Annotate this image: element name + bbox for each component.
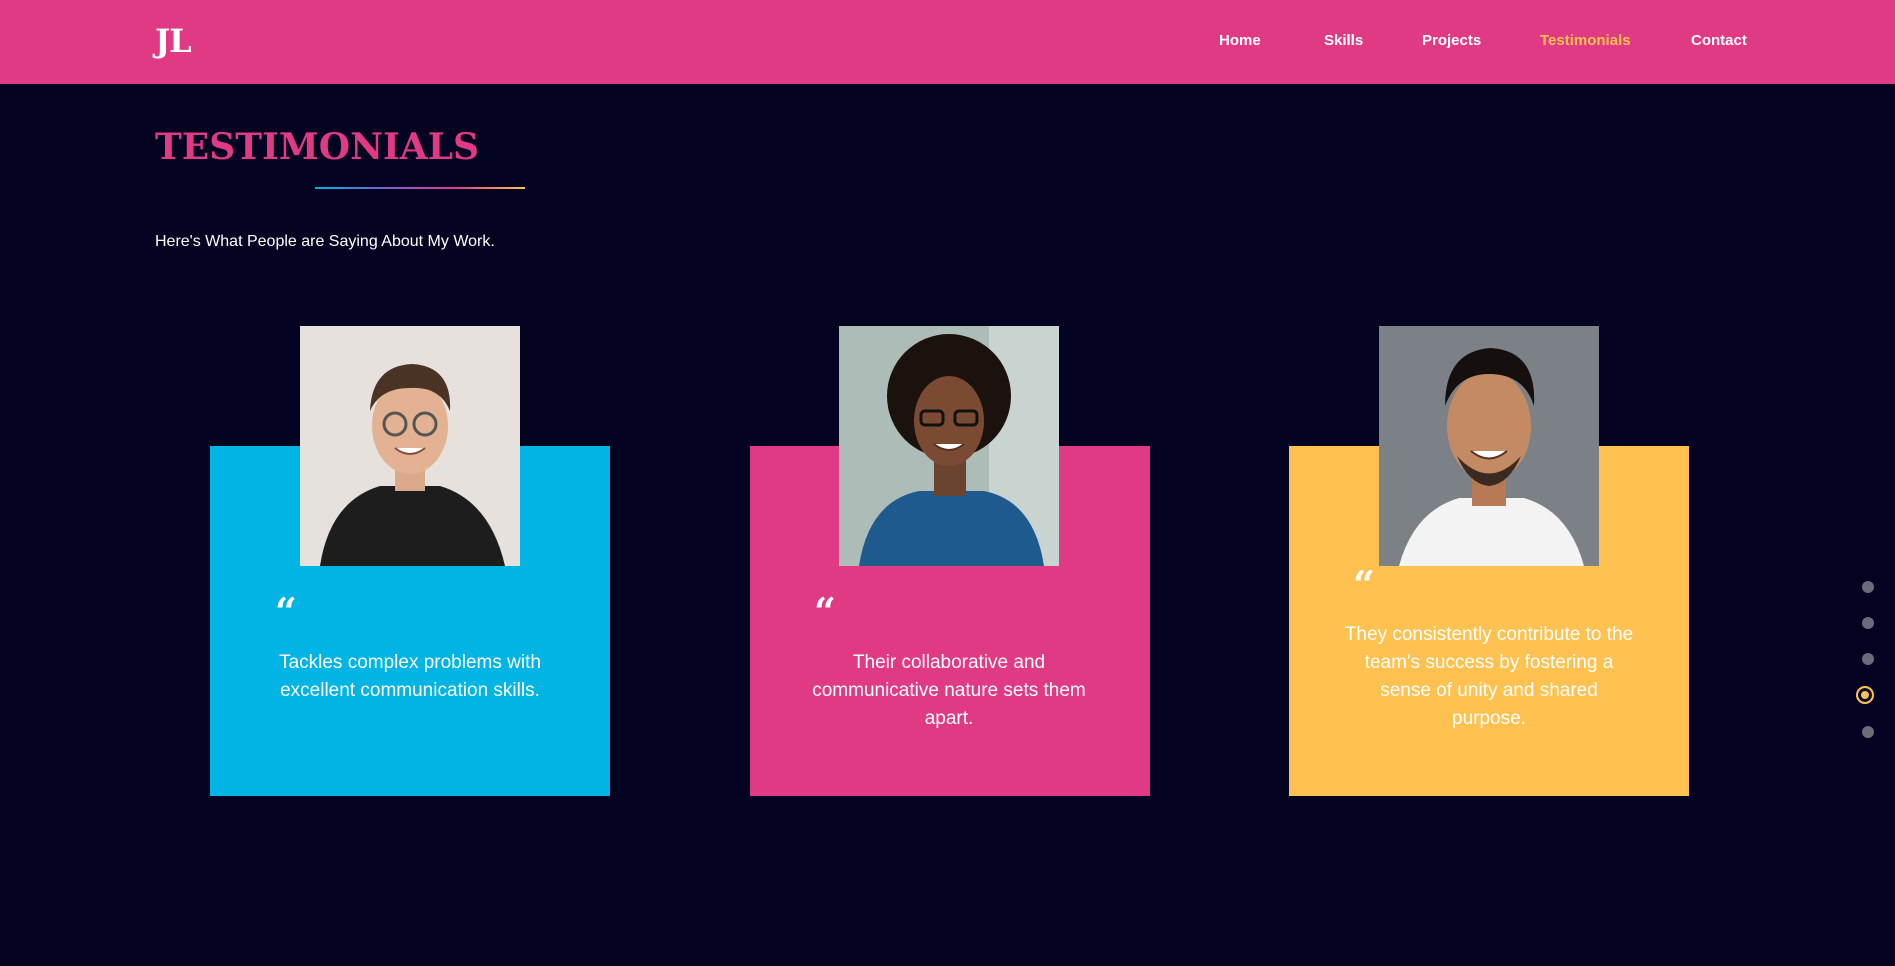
page-dot[interactable] — [1862, 617, 1874, 629]
testimonial-text: Their collaborative and communicative na… — [812, 652, 1086, 729]
nav-contact[interactable]: Contact — [1691, 32, 1747, 49]
quote-icon: “ — [814, 589, 836, 634]
logo[interactable]: JL — [155, 22, 192, 60]
section-subtitle: Here's What People are Saying About My W… — [155, 233, 495, 250]
page-dot[interactable] — [1862, 653, 1874, 665]
testimonial-text: Tackles complex problems with excellent … — [279, 652, 541, 701]
testimonial-text: They consistently contribute to the team… — [1344, 624, 1634, 729]
title-underline — [315, 187, 525, 189]
testimonial-photo — [1379, 326, 1599, 566]
person-photo-man-smiling — [1379, 326, 1599, 566]
section-title: TESTIMONIALS — [155, 126, 480, 168]
testimonial-photo — [839, 326, 1059, 566]
testimonial-photo — [300, 326, 520, 566]
quote-icon: “ — [1353, 562, 1375, 607]
nav-testimonials[interactable]: Testimonials — [1540, 32, 1631, 49]
quote-icon: “ — [275, 589, 297, 634]
page-dot[interactable] — [1862, 726, 1874, 738]
nav-projects[interactable]: Projects — [1422, 32, 1481, 49]
person-photo-woman-curly-hair — [839, 326, 1059, 566]
page-dot-active[interactable] — [1856, 686, 1874, 704]
person-photo-man-glasses — [300, 326, 520, 566]
navbar: JL Home Skills Projects Testimonials Con… — [0, 0, 1895, 84]
nav-skills[interactable]: Skills — [1324, 32, 1363, 49]
nav-home[interactable]: Home — [1219, 32, 1261, 49]
page-dot[interactable] — [1862, 581, 1874, 593]
